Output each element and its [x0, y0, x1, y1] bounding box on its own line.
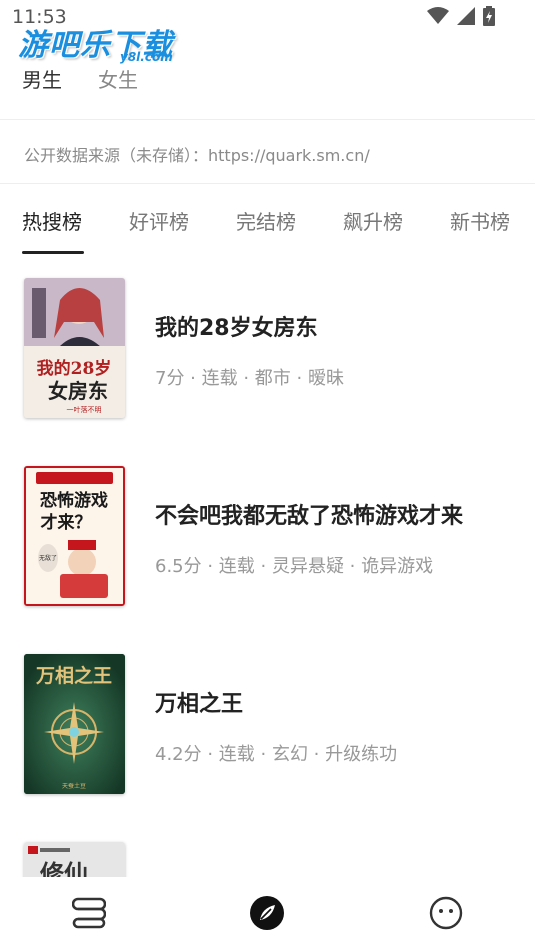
wifi-icon: [427, 7, 449, 24]
book-item[interactable]: 万相之王 天蚕土豆 万相之王 4.2分 · 连载 · 玄幻 · 升级练功: [0, 634, 535, 794]
tab-hot-search[interactable]: 热搜榜: [22, 206, 82, 235]
compass-icon: [250, 896, 284, 930]
tab-rising[interactable]: 飙升榜: [343, 206, 403, 235]
book-list: 我的28岁 女房东 一叶落不明 我的28岁女房东 7分 · 连载 · 都市 · …: [0, 258, 535, 878]
book-title: 我的28岁女房东: [155, 316, 318, 341]
nav-profile[interactable]: [426, 893, 466, 933]
bottom-nav: [0, 877, 535, 951]
smiley-icon: [429, 896, 463, 930]
cover-title-line: 才来？: [41, 512, 92, 533]
book-title: 万相之王: [155, 692, 244, 717]
cover-title-line: 我的28岁: [37, 358, 112, 379]
cover-author: 一叶落不明: [67, 405, 102, 414]
cover-title-line: 修仙: [39, 859, 88, 878]
book-item[interactable]: 修仙: [0, 822, 535, 878]
watermark-logo: 游吧乐下载 y8l.com: [18, 20, 173, 64]
gender-tabs: 男生 女生: [22, 64, 138, 93]
nav-bookshelf[interactable]: [69, 893, 109, 933]
tab-male[interactable]: 男生: [22, 64, 62, 93]
tab-completed[interactable]: 完结榜: [236, 206, 296, 235]
tab-female[interactable]: 女生: [98, 64, 138, 93]
book-meta: 6.5分 · 连载 · 灵异悬疑 · 诡异游戏: [155, 556, 434, 577]
book-meta: 7分 · 连载 · 都市 · 暧昧: [155, 368, 344, 389]
book-title: 不会吧我都无敌了恐怖游戏才来: [155, 504, 464, 529]
cover-title-line: 恐怖游戏: [40, 490, 108, 511]
book-cover: 恐怖游戏 才来？ 无敌了: [24, 466, 125, 606]
signal-icon: [457, 7, 475, 25]
ranking-tabs: 热搜榜 好评榜 完结榜 飙升榜 新书榜: [22, 206, 535, 256]
battery-icon: [483, 6, 495, 26]
watermark-sub: y8l.com: [120, 50, 173, 64]
cover-title-line: 女房东: [48, 379, 108, 403]
book-item[interactable]: 恐怖游戏 才来？ 无敌了 不会吧我都无敌了恐怖游戏才来 6.5分 · 连载 · …: [0, 446, 535, 606]
cover-author: 天蚕土豆: [62, 782, 86, 790]
nav-discover[interactable]: [247, 893, 287, 933]
divider: [0, 119, 535, 120]
book-cover: 万相之王 天蚕土豆: [24, 654, 125, 794]
bookshelf-icon: [72, 897, 106, 929]
status-icons: [427, 6, 495, 26]
cover-subtitle: 无敌了: [39, 554, 57, 562]
divider: [0, 183, 535, 184]
active-tab-indicator: [22, 251, 84, 254]
book-cover: 我的28岁 女房东 一叶落不明: [24, 278, 125, 418]
book-item[interactable]: 我的28岁 女房东 一叶落不明 我的28岁女房东 7分 · 连载 · 都市 · …: [0, 258, 535, 418]
book-cover: 修仙: [24, 842, 125, 878]
data-source-note: 公开数据来源（未存储）：https://quark.sm.cn/: [24, 146, 370, 165]
cover-title-line: 万相之王: [35, 664, 112, 687]
tab-top-rated[interactable]: 好评榜: [129, 206, 189, 235]
tab-new-books[interactable]: 新书榜: [450, 206, 510, 235]
book-meta: 4.2分 · 连载 · 玄幻 · 升级练功: [155, 744, 398, 765]
